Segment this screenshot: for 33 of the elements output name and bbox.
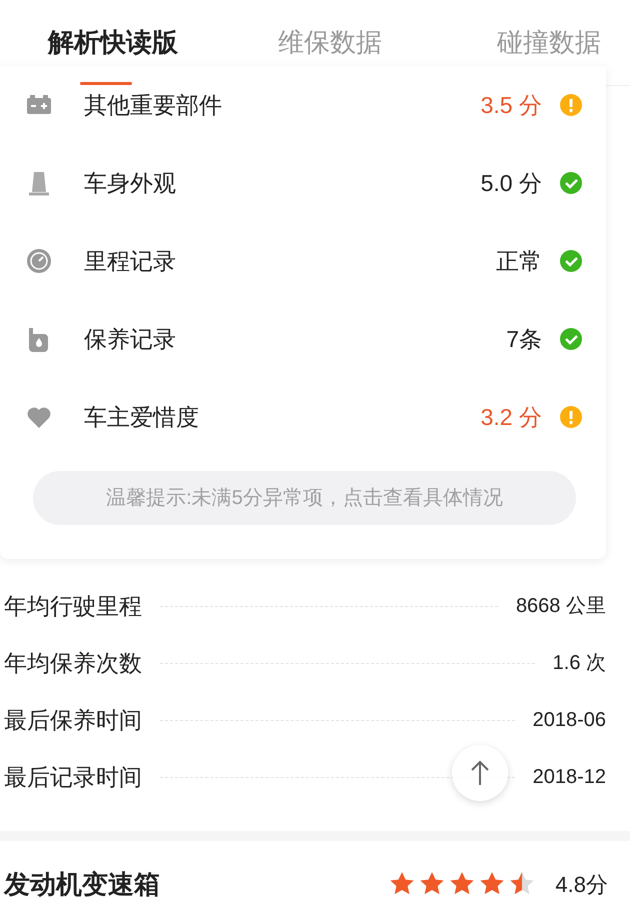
hint-button[interactable]: 温馨提示:未满5分异常项，点击查看具体情况 (33, 471, 576, 525)
stat-value: 1.6 次 (552, 651, 606, 676)
check-value: 7条 (506, 324, 542, 354)
check-label: 车身外观 (84, 168, 177, 198)
stat-value: 2018-12 (532, 765, 606, 790)
star-icon (509, 871, 536, 897)
gauge-icon (26, 248, 52, 274)
check-label: 车主爱惜度 (84, 402, 200, 432)
score: 4.8分 (555, 870, 608, 898)
back-to-top-button[interactable] (452, 745, 508, 801)
up-arrow-icon (470, 760, 490, 786)
stat-label: 年均行驶里程 (3, 592, 142, 621)
tab[interactable]: 解析快读版 (0, 0, 228, 85)
tab[interactable]: 维保数据 (228, 0, 447, 85)
check-label: 里程记录 (84, 246, 177, 276)
stat-value: 2018-06 (532, 708, 606, 733)
check-label: 其他重要部件 (84, 90, 223, 120)
star-icon (479, 871, 506, 897)
stat-value: 8668 公里 (516, 594, 606, 619)
star-icon (419, 871, 446, 897)
check-value: 3.5 分 (480, 90, 542, 120)
section-title: 发动机变速箱 (2, 868, 161, 900)
stat-label: 最后记录时间 (3, 762, 142, 792)
star-icon (389, 871, 416, 897)
tab[interactable]: 碰撞数据 (447, 0, 630, 85)
star-icon (449, 871, 476, 897)
check-value: 正常 (496, 246, 542, 276)
check-value: 5.0 分 (480, 168, 542, 198)
stat-label: 最后保养时间 (3, 706, 142, 735)
check-label: 保养记录 (84, 324, 177, 354)
check-value: 3.2 分 (480, 402, 542, 432)
stat-label: 年均保养次数 (3, 648, 142, 678)
seat-icon (26, 170, 52, 196)
